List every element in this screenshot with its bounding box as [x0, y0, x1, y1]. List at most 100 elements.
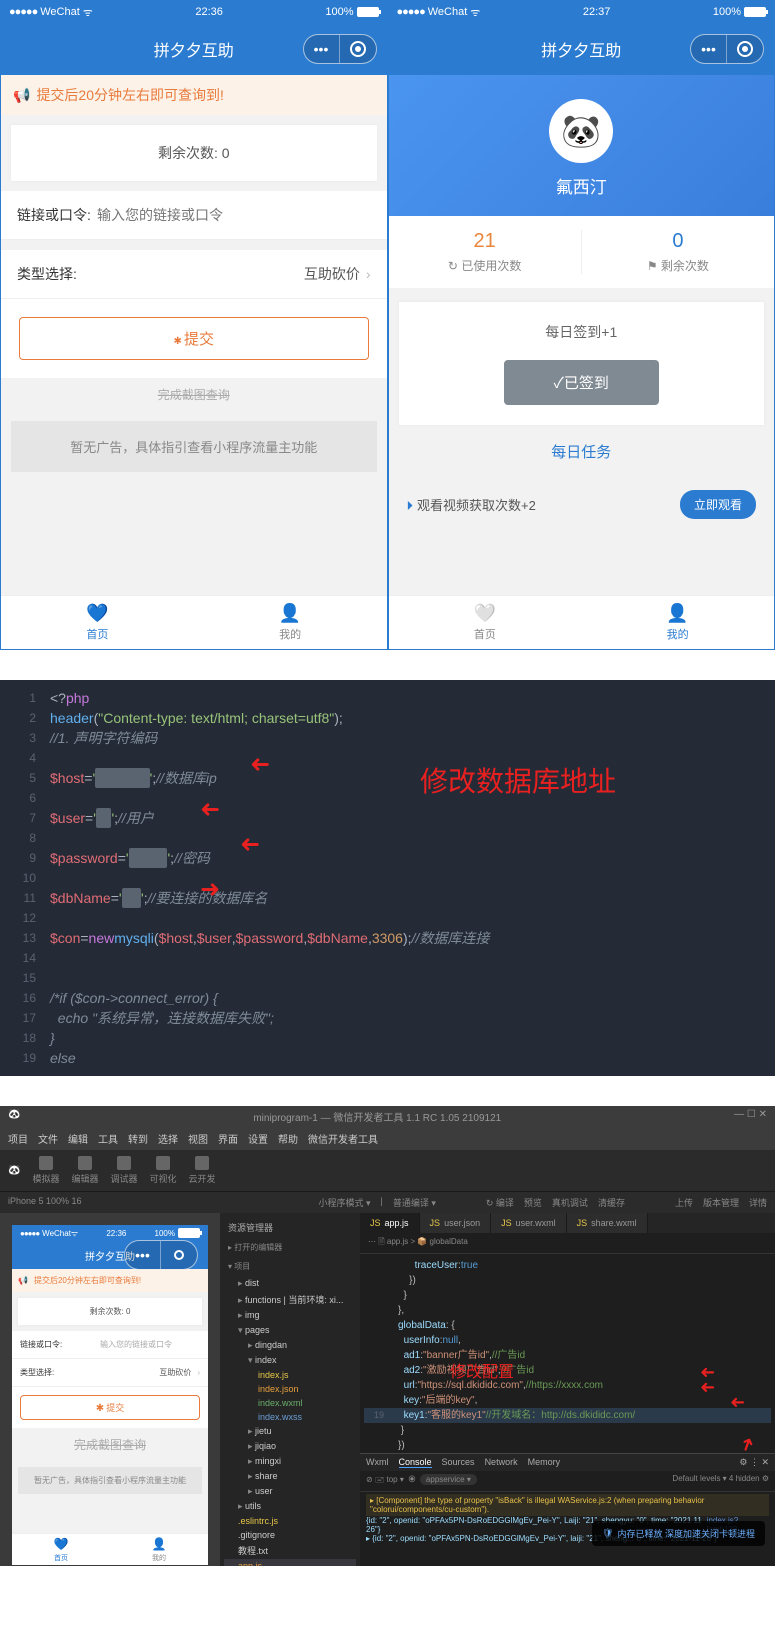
- red-arrow-icon: ➜: [730, 1392, 745, 1413]
- menu-item[interactable]: 转到: [128, 1131, 148, 1146]
- tab-mine[interactable]: 👤 我的: [581, 596, 774, 649]
- console-warning: ▸ [Component] the type of property "isBa…: [366, 1494, 769, 1516]
- file-item[interactable]: mingxi: [224, 1454, 356, 1469]
- code-editor-panel: JS app.jsJS user.jsonJS user.wxmlJS shar…: [360, 1213, 775, 1566]
- wifi-icon: ᯤ: [83, 5, 93, 20]
- console-tab[interactable]: Wxml: [366, 1457, 389, 1468]
- profile-hero: 🐼 氟西汀: [389, 75, 775, 216]
- menu-item[interactable]: 文件: [38, 1131, 58, 1146]
- close-icon: [340, 35, 376, 63]
- menu-bar[interactable]: 项目文件编辑工具转到选择视图界面设置帮助微信开发者工具: [0, 1127, 775, 1150]
- console-tab[interactable]: Sources: [442, 1457, 475, 1468]
- watch-video-row: ⏵观看视频获取次数+2 立即观看: [389, 478, 775, 531]
- code-area[interactable]: traceUser: true }) } }, globalData: { us…: [360, 1254, 775, 1453]
- file-item[interactable]: jiqiao: [224, 1439, 356, 1454]
- editor-tab[interactable]: JS share.wxml: [567, 1213, 648, 1233]
- done-query-link[interactable]: 完成截图查询: [1, 378, 387, 411]
- file-item[interactable]: functions | 当前环境: xi...: [224, 1291, 356, 1308]
- simulator-panel: ●●●●● WeChatᯤ22:36100% 拼夕夕互助••• 📢提交后20分钟…: [0, 1213, 220, 1566]
- file-item[interactable]: img: [224, 1308, 356, 1323]
- file-item[interactable]: index.wxml: [224, 1396, 356, 1410]
- menu-item[interactable]: 编辑: [68, 1131, 88, 1146]
- heart-icon: 🤍: [474, 603, 496, 624]
- tab-bar: 🤍 首页 👤 我的: [389, 595, 775, 649]
- file-item[interactable]: share: [224, 1469, 356, 1484]
- editor-tab[interactable]: JS user.wxml: [491, 1213, 567, 1233]
- red-arrow-icon: ➜: [250, 750, 270, 779]
- file-item[interactable]: dist: [224, 1276, 356, 1291]
- type-select-row[interactable]: 类型选择: 互助砍价 ›: [1, 250, 387, 299]
- wechat-devtools: 🐼 miniprogram-1 — 微信开发者工具 1.1 RC 1.05 21…: [0, 1106, 775, 1566]
- remaining-card: 剩余次数: 0: [11, 125, 377, 181]
- file-item[interactable]: app.js: [224, 1559, 356, 1566]
- avatar: 🐼: [549, 99, 613, 163]
- toolbar: 🐼 模拟器编辑器调试器可视化云开发: [0, 1150, 775, 1192]
- file-explorer[interactable]: 资源管理器 ▸ 打开的编辑器 ▾ 项目 distfunctions | 当前环境…: [220, 1213, 360, 1566]
- menu-item[interactable]: 设置: [248, 1131, 268, 1146]
- simulator-preview[interactable]: ●●●●● WeChatᯤ22:36100% 拼夕夕互助••• 📢提交后20分钟…: [12, 1225, 208, 1565]
- toolbar-button[interactable]: 编辑器: [67, 1156, 102, 1185]
- submit-button[interactable]: 提交: [19, 317, 369, 360]
- file-item[interactable]: index.wxss: [224, 1410, 356, 1424]
- red-arrow-icon: ➜: [200, 795, 220, 824]
- file-item[interactable]: .eslintrc.js: [224, 1514, 356, 1528]
- nav-bar: 拼夕夕互助 •••: [1, 23, 387, 75]
- console-tab[interactable]: Memory: [528, 1457, 561, 1468]
- php-editor: 1<?php 2header("Content-type: text/html;…: [0, 680, 775, 1076]
- link-input-row: 链接或口令:: [1, 191, 387, 240]
- file-item[interactable]: pages: [224, 1323, 356, 1338]
- capsule-button[interactable]: •••: [303, 34, 377, 64]
- wifi-icon: ᯤ: [470, 5, 480, 20]
- editor-tab[interactable]: JS user.json: [420, 1213, 492, 1233]
- status-bar: ●●●●● WeChat ᯤ 22:37 100%: [389, 1, 775, 23]
- capsule-button[interactable]: •••: [690, 34, 764, 64]
- file-item[interactable]: 教程.txt: [224, 1542, 356, 1559]
- file-item[interactable]: index.js: [224, 1368, 356, 1382]
- editor-tabs[interactable]: JS app.jsJS user.jsonJS user.wxmlJS shar…: [360, 1213, 775, 1233]
- file-item[interactable]: user: [224, 1484, 356, 1499]
- toolbar-button[interactable]: 调试器: [106, 1156, 141, 1185]
- link-input[interactable]: [97, 207, 371, 223]
- tab-bar: 💙 首页 👤 我的: [1, 595, 387, 649]
- menu-item[interactable]: 界面: [218, 1131, 238, 1146]
- editor-tab[interactable]: JS app.js: [360, 1213, 420, 1233]
- phone-home: ●●●●● WeChat ᯤ 22:36 100% 拼夕夕互助 ••• 📢 提交…: [0, 0, 388, 650]
- menu-item[interactable]: 帮助: [278, 1131, 298, 1146]
- toolbar-button[interactable]: 可视化: [146, 1156, 181, 1185]
- file-item[interactable]: index: [224, 1353, 356, 1368]
- annotation-text: 修改配置: [450, 1358, 514, 1382]
- toolbar-button[interactable]: 云开发: [185, 1156, 220, 1185]
- page-title: 拼夕夕互助: [154, 37, 234, 61]
- menu-item[interactable]: 视图: [188, 1131, 208, 1146]
- console-tab[interactable]: Console: [399, 1457, 432, 1468]
- file-item[interactable]: .gitignore: [224, 1528, 356, 1542]
- file-item[interactable]: utils: [224, 1499, 356, 1514]
- menu-item[interactable]: 选择: [158, 1131, 178, 1146]
- chevron-right-icon: ›: [366, 266, 371, 282]
- menu-icon: •••: [304, 35, 340, 63]
- page-title: 拼夕夕互助: [541, 37, 621, 61]
- file-item[interactable]: jietu: [224, 1424, 356, 1439]
- menu-item[interactable]: 工具: [98, 1131, 118, 1146]
- speaker-icon: 📢: [13, 87, 30, 104]
- nickname: 氟西汀: [389, 173, 775, 198]
- person-icon: 👤: [279, 603, 301, 624]
- watch-button[interactable]: 立即观看: [680, 490, 756, 519]
- tab-mine[interactable]: 👤 我的: [194, 596, 387, 649]
- red-arrow-icon: ➜: [700, 1377, 715, 1398]
- window-controls[interactable]: — ☐ ✕: [734, 1109, 767, 1124]
- ad-placeholder: 暂无广告，具体指引查看小程序流量主功能: [11, 421, 377, 472]
- annotation-text: 修改数据库地址: [420, 760, 616, 800]
- tab-home[interactable]: 💙 首页: [1, 596, 194, 649]
- file-item[interactable]: dingdan: [224, 1338, 356, 1353]
- console-panel[interactable]: WxmlConsoleSourcesNetworkMemory⚙ ⋮ ✕ ⊘ 🖃…: [360, 1453, 775, 1566]
- video-icon: ⏵: [407, 498, 414, 513]
- toolbar-button[interactable]: 模拟器: [28, 1156, 63, 1185]
- menu-item[interactable]: 项目: [8, 1131, 28, 1146]
- tab-home[interactable]: 🤍 首页: [389, 596, 582, 649]
- console-tab[interactable]: Network: [485, 1457, 518, 1468]
- signed-button[interactable]: ✓已签到: [504, 360, 659, 405]
- person-icon: 👤: [666, 603, 688, 624]
- file-item[interactable]: index.json: [224, 1382, 356, 1396]
- menu-item[interactable]: 微信开发者工具: [308, 1131, 378, 1146]
